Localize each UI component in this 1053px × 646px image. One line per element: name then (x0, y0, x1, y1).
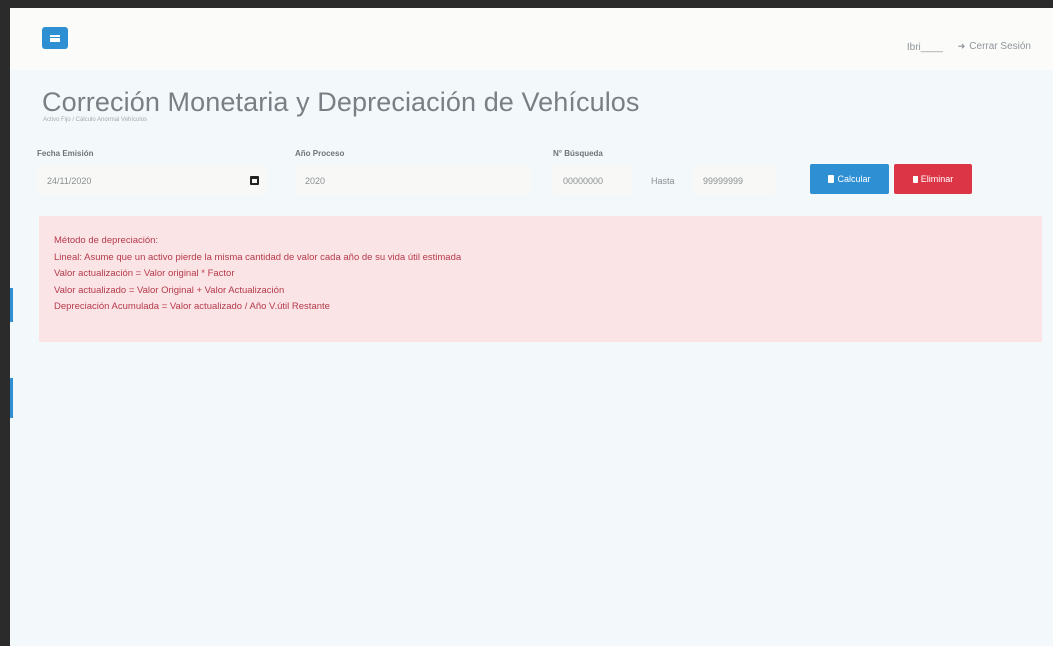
fecha-emision-value: 24/11/2020 (47, 175, 92, 186)
anio-proceso-label: Año Proceso (295, 149, 345, 158)
anio-proceso-value: 2020 (305, 175, 326, 186)
breadcrumb[interactable]: Activo Fijo / Cálculo Anormal Vehículos (43, 117, 147, 123)
fecha-emision-input[interactable]: 24/11/2020 (37, 166, 267, 195)
app-screen: Ibri____ ➜ Cerrar Sesión Correción Monet… (10, 8, 1053, 646)
depreciation-info-alert: Método de depreciación: Lineal: Asume qu… (39, 216, 1042, 342)
fecha-emision-label: Fecha Emisión (37, 149, 94, 158)
alert-line: Valor actualización = Valor original * F… (54, 268, 235, 279)
n-busqueda-label: N° Búsqueda (553, 149, 603, 158)
n-busqueda-to-input[interactable]: 99999999 (693, 166, 775, 195)
calendar-icon[interactable] (250, 176, 259, 185)
page-title: Correción Monetaria y Depreciación de Ve… (42, 87, 640, 117)
sidebar-edge (10, 378, 13, 418)
trash-icon (912, 175, 918, 183)
n-busqueda-from-value: 00000000 (563, 175, 604, 186)
hamburger-icon (50, 34, 60, 42)
calculator-icon (828, 175, 835, 183)
alert-line: Valor actualizado = Valor Original + Val… (54, 284, 285, 296)
calcular-button[interactable]: Calcular (810, 164, 889, 194)
sign-out-icon: ➜ (957, 41, 966, 51)
calcular-label: Calcular (837, 174, 871, 184)
logout-link[interactable]: ➜ Cerrar Sesión (958, 41, 1031, 52)
alert-line: Lineal: Asume que un activo pierde la mi… (54, 251, 462, 263)
alert-line: Método de depreciación: (54, 235, 159, 246)
n-busqueda-from-input[interactable]: 00000000 (553, 166, 633, 195)
logout-label: Cerrar Sesión (969, 41, 1031, 52)
anio-proceso-input[interactable]: 2020 (295, 166, 530, 195)
user-name[interactable]: Ibri____ (907, 42, 943, 53)
eliminar-label: Eliminar (920, 174, 954, 184)
eliminar-button[interactable]: Eliminar (894, 164, 972, 194)
menu-toggle-button[interactable] (42, 27, 68, 49)
n-busqueda-to-value: 99999999 (703, 175, 744, 186)
sidebar-edge (10, 288, 13, 322)
alert-line: Depreciación Acumulada = Valor actualiza… (54, 301, 330, 312)
top-navbar: Ibri____ ➜ Cerrar Sesión (10, 8, 1053, 70)
hasta-label: Hasta (651, 176, 675, 186)
